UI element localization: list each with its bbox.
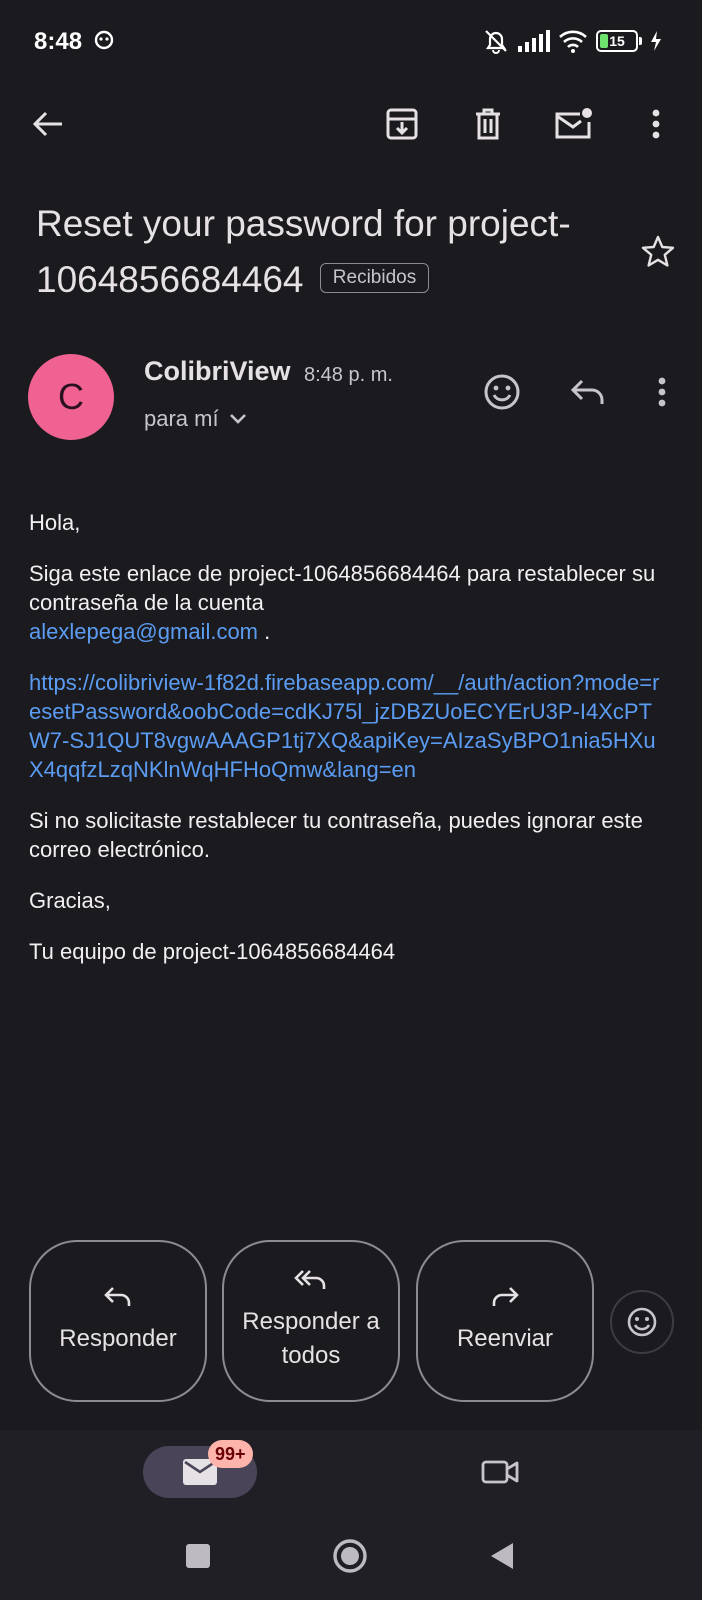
account-email-link[interactable]: alexlepega@gmail.com xyxy=(29,619,258,644)
intro-paragraph: Siga este enlace de project-106485668446… xyxy=(29,559,669,646)
battery-tip xyxy=(639,37,642,45)
forward-label: Reenviar xyxy=(456,1325,554,1352)
signature: Tu equipo de project-1064856684464 xyxy=(29,939,396,964)
unread-count-badge: 99+ xyxy=(208,1440,253,1468)
sent-time: 8:48 p. m. xyxy=(304,364,393,386)
emoji-icon xyxy=(626,1306,658,1338)
add-reaction-button[interactable] xyxy=(476,366,528,418)
system-navigation-bar xyxy=(0,1539,702,1600)
video-camera-icon xyxy=(480,1458,520,1486)
reply-label: Responder xyxy=(59,1325,177,1352)
more-vert-icon xyxy=(658,377,666,407)
greeting: Hola, xyxy=(29,510,81,535)
message-more-button[interactable] xyxy=(636,366,688,418)
archive-button[interactable] xyxy=(372,94,432,154)
reply-all-action-button[interactable]: Responder a todos xyxy=(222,1240,400,1402)
alarm-off-icon xyxy=(482,28,510,54)
archive-icon xyxy=(385,107,419,141)
emoji-icon xyxy=(483,373,521,411)
signal-icon xyxy=(518,30,550,52)
inbox-label-chip[interactable]: Recibidos xyxy=(319,263,430,294)
more-options-button[interactable] xyxy=(626,94,686,154)
reply-all-icon xyxy=(294,1269,328,1291)
battery-fill xyxy=(600,34,608,48)
recipient-details-toggle[interactable]: para mí xyxy=(144,406,247,432)
email-toolbar xyxy=(0,94,702,154)
email-subject: Reset your password for project-10648566… xyxy=(36,196,636,308)
back-triangle-icon xyxy=(489,1541,515,1571)
bottom-navigation: 99+ xyxy=(0,1430,702,1540)
status-time: 8:48 xyxy=(34,28,83,55)
sender-avatar[interactable]: C xyxy=(28,354,114,440)
mark-unread-button[interactable] xyxy=(543,94,603,154)
emoji-reaction-button[interactable] xyxy=(610,1290,674,1354)
chevron-down-icon xyxy=(229,413,247,425)
status-bar: 8:48 15 xyxy=(0,0,702,84)
star-button[interactable] xyxy=(632,226,684,278)
battery-level: 15 xyxy=(609,33,625,49)
subject-text: Reset your password for project-10648566… xyxy=(36,203,571,300)
delete-button[interactable] xyxy=(458,94,518,154)
intro-text: Siga este enlace de project-106485668446… xyxy=(29,561,656,615)
battery-indicator: 15 xyxy=(596,30,638,52)
back-button[interactable] xyxy=(18,94,78,154)
mail-unread-icon xyxy=(554,108,592,140)
reply-action-button[interactable]: Responder xyxy=(29,1240,207,1402)
forward-action-button[interactable]: Reenviar xyxy=(416,1240,594,1402)
reply-button[interactable] xyxy=(562,366,614,418)
charging-icon xyxy=(650,31,662,51)
meet-tab[interactable] xyxy=(470,1446,530,1498)
trash-icon xyxy=(473,107,503,141)
reply-icon xyxy=(570,378,606,406)
app-notification-icon xyxy=(94,30,114,50)
recents-button[interactable] xyxy=(168,1526,228,1586)
sender-name: ColibriView xyxy=(144,356,291,386)
wifi-icon xyxy=(558,29,588,53)
recipient-text: para mí xyxy=(144,406,219,431)
status-icons: 15 xyxy=(482,28,662,54)
back-arrow-icon xyxy=(32,110,64,138)
forward-icon xyxy=(490,1286,520,1308)
reply-all-label: Responder a todos xyxy=(242,1308,380,1369)
intro-period: . xyxy=(264,619,271,644)
home-circle-icon xyxy=(332,1538,368,1574)
star-outline-icon xyxy=(640,234,676,270)
reply-icon xyxy=(103,1286,133,1308)
square-icon xyxy=(185,1543,211,1569)
ignore-note: Si no solicitaste restablecer tu contras… xyxy=(29,808,643,862)
back-nav-button[interactable] xyxy=(472,1526,532,1586)
email-body: Hola, Siga este enlace de project-106485… xyxy=(29,508,669,988)
reset-link-paragraph: https://colibriview-1f82d.firebaseapp.co… xyxy=(29,668,669,784)
thanks: Gracias, xyxy=(29,888,111,913)
more-vert-icon xyxy=(652,109,660,139)
home-button[interactable] xyxy=(320,1526,380,1586)
reset-password-link[interactable]: https://colibriview-1f82d.firebaseapp.co… xyxy=(29,670,659,782)
